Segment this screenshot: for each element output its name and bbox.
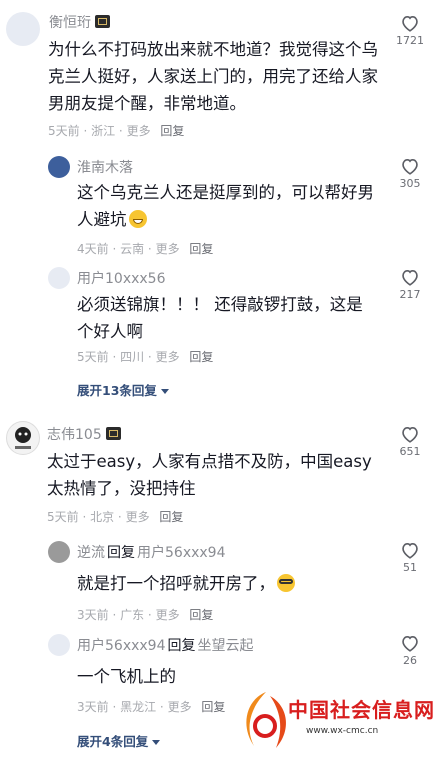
comment-location: 浙江 (91, 124, 116, 138)
more-button[interactable]: 更多 (156, 242, 180, 256)
reply-to-word: 回复 (107, 545, 135, 561)
heart-outline-icon (402, 16, 418, 32)
comment-location: 云南 (120, 242, 145, 256)
comment-time: 5天前 (47, 510, 79, 524)
comment-username[interactable]: 志伟105 (47, 424, 121, 444)
grinning-emoji (128, 210, 147, 228)
more-button[interactable]: 更多 (156, 350, 180, 364)
comment-1: 衡恒珩 为什么不打码放出来就不地道？我觉得这个乌克兰人挺好，人家送上门的，用完了… (0, 0, 441, 145)
like-button[interactable]: 1721 (392, 14, 428, 47)
heart-outline-icon (402, 636, 418, 652)
glasses-emoji (277, 574, 295, 592)
like-count: 305 (399, 177, 421, 190)
more-button[interactable]: 更多 (126, 510, 150, 524)
reply-username[interactable]: 淮南木落 (77, 157, 133, 177)
reply-button[interactable]: 回复 (189, 350, 213, 364)
reply-target[interactable]: 用户56xxx94 (137, 545, 225, 561)
comment-time: 5天前 (77, 350, 109, 364)
avatar[interactable] (6, 421, 40, 455)
reply-username[interactable]: 用户56xxx94 回复 坐望云起 (77, 635, 253, 655)
comment-location: 四川 (120, 350, 145, 364)
reply-target[interactable]: 坐望云起 (197, 638, 253, 654)
like-count: 26 (403, 654, 417, 667)
comment-time: 3天前 (77, 700, 109, 714)
user-badge-icon (95, 15, 110, 28)
expand-label: 展开13条回复 (77, 383, 157, 398)
like-count: 51 (403, 561, 417, 574)
comment-time: 3天前 (77, 608, 109, 622)
expand-replies-button[interactable]: 展开13条回复 (77, 380, 169, 399)
like-button[interactable]: 651 (392, 425, 428, 458)
comment-meta: 5天前 · 浙江 · 更多 回复 (48, 124, 185, 138)
avatar[interactable] (48, 634, 70, 656)
username-text[interactable]: 衡恒珩 (49, 15, 91, 31)
reply-username[interactable]: 逆流 回复 用户56xxx94 (77, 542, 225, 562)
reply-text-content: 就是打一个招呼就开房了， (77, 574, 275, 593)
like-button[interactable]: 26 (392, 634, 428, 667)
like-count: 217 (399, 288, 421, 301)
triangle-down-icon (160, 389, 169, 394)
more-button[interactable]: 更多 (168, 700, 192, 714)
reply-1-1: 淮南木落 这个乌克兰人还是挺厚到的，可以帮好男人避坑 4天前 · 云南 · 更多… (0, 148, 441, 258)
username-text[interactable]: 用户56xxx94 (77, 638, 165, 654)
comment-location: 广东 (120, 608, 145, 622)
heart-outline-icon (402, 427, 418, 443)
comment-location: 北京 (90, 510, 115, 524)
comment-username[interactable]: 衡恒珩 (49, 12, 110, 32)
username-text[interactable]: 志伟105 (47, 427, 102, 443)
like-button[interactable]: 305 (392, 157, 428, 190)
comment-time: 4天前 (77, 242, 109, 256)
comment-text: 太过于easy，人家有点措不及防，中国easy太热情了，没把持住 (47, 452, 372, 498)
avatar[interactable] (48, 267, 70, 289)
like-count: 651 (399, 445, 421, 458)
reply-text: 这个乌克兰人还是挺厚到的，可以帮好男人避坑 (77, 179, 379, 233)
like-button[interactable]: 217 (392, 268, 428, 301)
heart-outline-icon (402, 270, 418, 286)
watermark-title: 中国社会信息网 (288, 698, 435, 722)
reply-button[interactable]: 回复 (189, 608, 213, 622)
reply-text-content: 这个乌克兰人还是挺厚到的，可以帮好男人避坑 (77, 183, 374, 229)
reply-button[interactable]: 回复 (159, 510, 183, 524)
watermark-url: www.wx-cmc.cn (306, 726, 379, 736)
avatar[interactable] (48, 541, 70, 563)
user-badge-icon (105, 427, 121, 440)
like-button[interactable]: 51 (392, 541, 428, 574)
reply-1-2: 用户10xxx56 必须送锦旗！！！ 还得敲锣打鼓，这是个好人啊 5天前 · 四… (0, 258, 441, 368)
heart-outline-icon (402, 543, 418, 559)
reply-button[interactable]: 回复 (201, 700, 225, 714)
triangle-down-icon (152, 740, 161, 745)
reply-meta: 4天前 · 云南 · 更多 回复 (77, 242, 214, 256)
reply-username[interactable]: 用户10xxx56 (77, 268, 165, 288)
comment-time: 5天前 (48, 124, 80, 138)
more-button[interactable]: 更多 (156, 608, 180, 622)
like-count: 1721 (396, 34, 424, 47)
avatar[interactable] (6, 12, 40, 46)
more-button[interactable]: 更多 (127, 124, 151, 138)
expand-replies-button[interactable]: 展开4条回复 (77, 731, 161, 750)
avatar[interactable] (48, 156, 70, 178)
username-text[interactable]: 淮南木落 (77, 160, 133, 176)
username-text[interactable]: 逆流 (77, 545, 105, 561)
reply-2-1: 逆流 回复 用户56xxx94 就是打一个招呼就开房了， 3天前 · 广东 · 更多… (0, 530, 441, 625)
heart-outline-icon (402, 159, 418, 175)
reply-meta: 3天前 · 黑龙江 · 更多 回复 (77, 700, 226, 714)
username-text[interactable]: 用户10xxx56 (77, 271, 165, 287)
reply-text: 必须送锦旗！！！ 还得敲锣打鼓，这是个好人啊 (77, 295, 363, 341)
comment-2: 志伟105 太过于easy，人家有点措不及防，中国easy太热情了，没把持住 5… (0, 415, 441, 530)
reply-button[interactable]: 回复 (189, 242, 213, 256)
reply-text: 就是打一个招呼就开房了， (77, 570, 377, 597)
watermark: 中国社会信息网 www.wx-cmc.cn (236, 686, 441, 757)
comment-meta: 5天前 · 北京 · 更多 回复 (47, 510, 184, 524)
comment-location: 黑龙江 (120, 700, 157, 714)
expand-label: 展开4条回复 (77, 734, 149, 749)
reply-meta: 3天前 · 广东 · 更多 回复 (77, 608, 214, 622)
comment-text: 为什么不打码放出来就不地道？我觉得这个乌克兰人挺好，人家送上门的，用完了还给人家… (48, 40, 378, 113)
watermark-logo (246, 692, 287, 748)
reply-to-word: 回复 (167, 638, 196, 654)
reply-meta: 5天前 · 四川 · 更多 回复 (77, 350, 214, 364)
reply-button[interactable]: 回复 (160, 124, 184, 138)
meme-face-icon (15, 427, 31, 449)
